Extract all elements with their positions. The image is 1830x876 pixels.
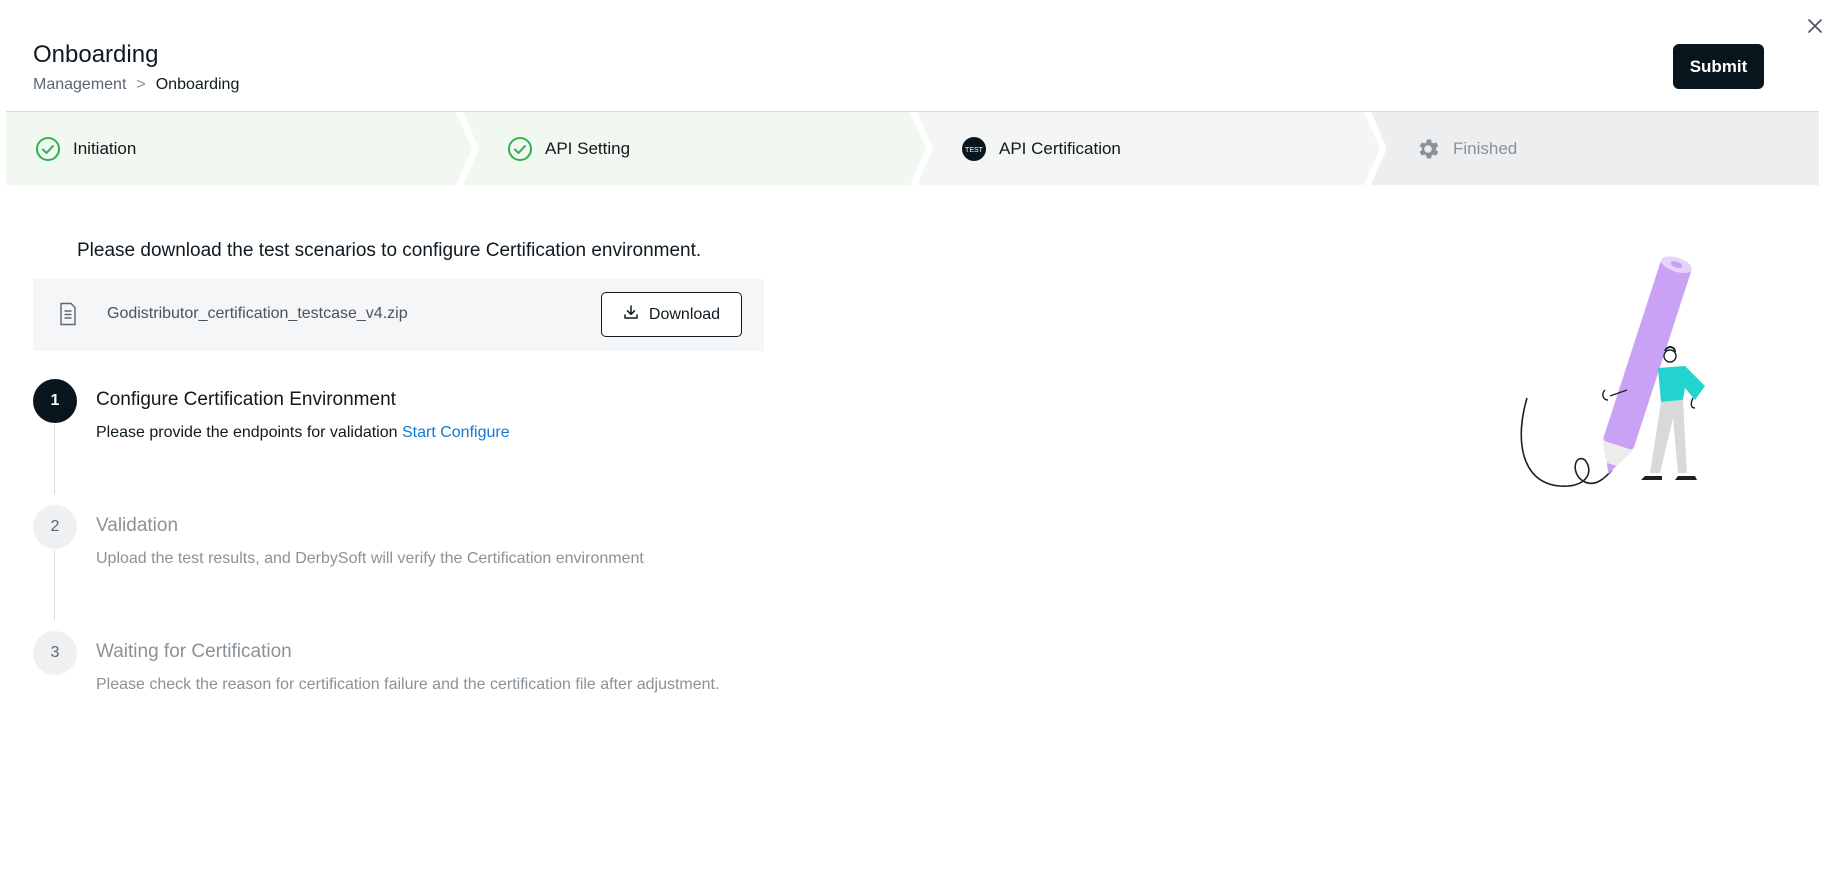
check-circle-icon [35, 136, 61, 162]
step-connector [54, 424, 55, 494]
pencil-person-illustration [1515, 248, 1710, 493]
step-label: Initiation [73, 138, 137, 158]
check-circle-icon [507, 136, 533, 162]
breadcrumb: Management > Onboarding [33, 76, 239, 94]
document-icon [58, 302, 78, 326]
step-label: API Certification [999, 138, 1121, 158]
step-connector [54, 550, 55, 620]
step-number: 2 [33, 505, 77, 549]
breadcrumb-current: Onboarding [155, 76, 240, 93]
step-description: Upload the test results, and DerbySoft w… [96, 550, 644, 567]
step-number: 1 [33, 379, 77, 423]
page-title: Onboarding [33, 41, 159, 68]
close-icon [1808, 19, 1822, 33]
breadcrumb-management[interactable]: Management [33, 76, 126, 94]
steps-background [6, 112, 1819, 185]
download-button[interactable]: Download [601, 292, 742, 337]
file-name: Godistributor_certification_testcase_v4.… [107, 305, 408, 322]
gear-icon [1415, 136, 1441, 162]
file-download-panel: Godistributor_certification_testcase_v4.… [33, 279, 764, 351]
step-number: 3 [33, 631, 77, 675]
step-title: Configure Certification Environment [96, 389, 396, 410]
test-badge-icon: TEST [961, 136, 987, 162]
step-initiation[interactable]: Initiation [35, 112, 136, 185]
step-description: Please provide the endpoints for validat… [96, 424, 510, 441]
svg-text:TEST: TEST [965, 147, 984, 154]
step-api-certification[interactable]: TEST API Certification [961, 112, 1121, 185]
download-intro-text: Please download the test scenarios to co… [77, 240, 702, 261]
step-description: Please check the reason for certificatio… [96, 676, 720, 693]
breadcrumb-separator: > [136, 76, 146, 93]
step-api-setting[interactable]: API Setting [507, 112, 630, 185]
step-title: Validation [96, 515, 179, 536]
download-label: Download [648, 305, 721, 323]
close-button[interactable] [1804, 15, 1826, 37]
progress-steps: Initiation API Setting TEST API Certific… [6, 111, 1819, 185]
submit-button[interactable]: Submit [1673, 44, 1764, 89]
step-label: API Setting [545, 138, 631, 158]
step-finished[interactable]: Finished [1415, 112, 1517, 185]
page-header: Onboarding Management > Onboarding [33, 40, 239, 94]
download-icon [623, 304, 639, 325]
start-configure-link[interactable]: Start Configure [402, 424, 510, 441]
step-label: Finished [1453, 138, 1518, 158]
step-title: Waiting for Certification [96, 641, 292, 662]
